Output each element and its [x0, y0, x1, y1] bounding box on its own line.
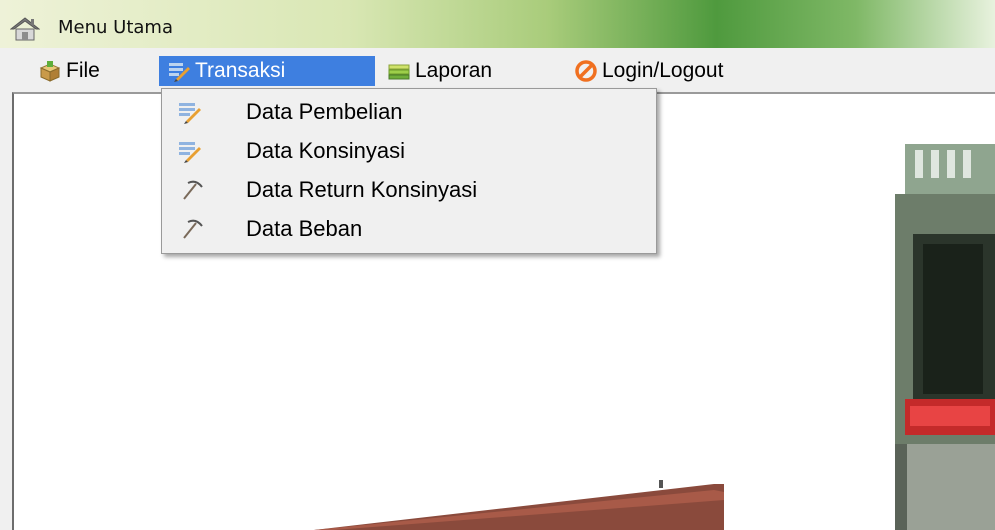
window-title: Menu Utama: [58, 17, 173, 38]
menu-bar: File Transaksi Laporan Login/Logout: [12, 48, 995, 92]
prohibited-icon: [575, 60, 597, 82]
transaksi-dropdown-menu: Data Pembelian Data Konsinyasi Data Retu…: [161, 88, 657, 254]
menu-login-logout[interactable]: Login/Logout: [574, 56, 794, 86]
background-roof-image: [314, 480, 724, 530]
menu-laporan[interactable]: Laporan: [387, 56, 547, 86]
title-bar[interactable]: Menu Utama: [0, 0, 995, 48]
menu-transaksi-label: Transaksi: [195, 59, 286, 82]
box-icon: [39, 61, 61, 82]
menu-item-data-beban[interactable]: Data Beban: [162, 210, 656, 248]
background-building-image: [865, 144, 995, 530]
edit-list-icon: [179, 103, 201, 124]
home-icon: [10, 17, 40, 41]
menu-item-label: Data Return Konsinyasi: [246, 177, 478, 202]
stack-icon: [388, 64, 410, 80]
menu-item-data-return-konsinyasi[interactable]: Data Return Konsinyasi: [162, 171, 656, 209]
menu-item-label: Data Pembelian: [246, 99, 403, 124]
menu-item-label: Data Konsinyasi: [246, 138, 405, 163]
edit-list-icon: [169, 63, 190, 82]
menu-item-data-konsinyasi[interactable]: Data Konsinyasi: [162, 132, 656, 170]
edit-list-icon: [179, 142, 201, 163]
menu-item-label: Data Beban: [246, 216, 363, 241]
pickaxe-icon: [183, 180, 203, 200]
menu-file-label: File: [66, 59, 100, 82]
menu-item-data-pembelian[interactable]: Data Pembelian: [162, 93, 656, 131]
menu-file[interactable]: File: [38, 56, 138, 86]
pickaxe-icon: [183, 219, 203, 239]
menu-laporan-label: Laporan: [415, 59, 493, 82]
menu-transaksi[interactable]: Transaksi: [159, 56, 375, 86]
menu-login-logout-label: Login/Logout: [602, 59, 724, 82]
